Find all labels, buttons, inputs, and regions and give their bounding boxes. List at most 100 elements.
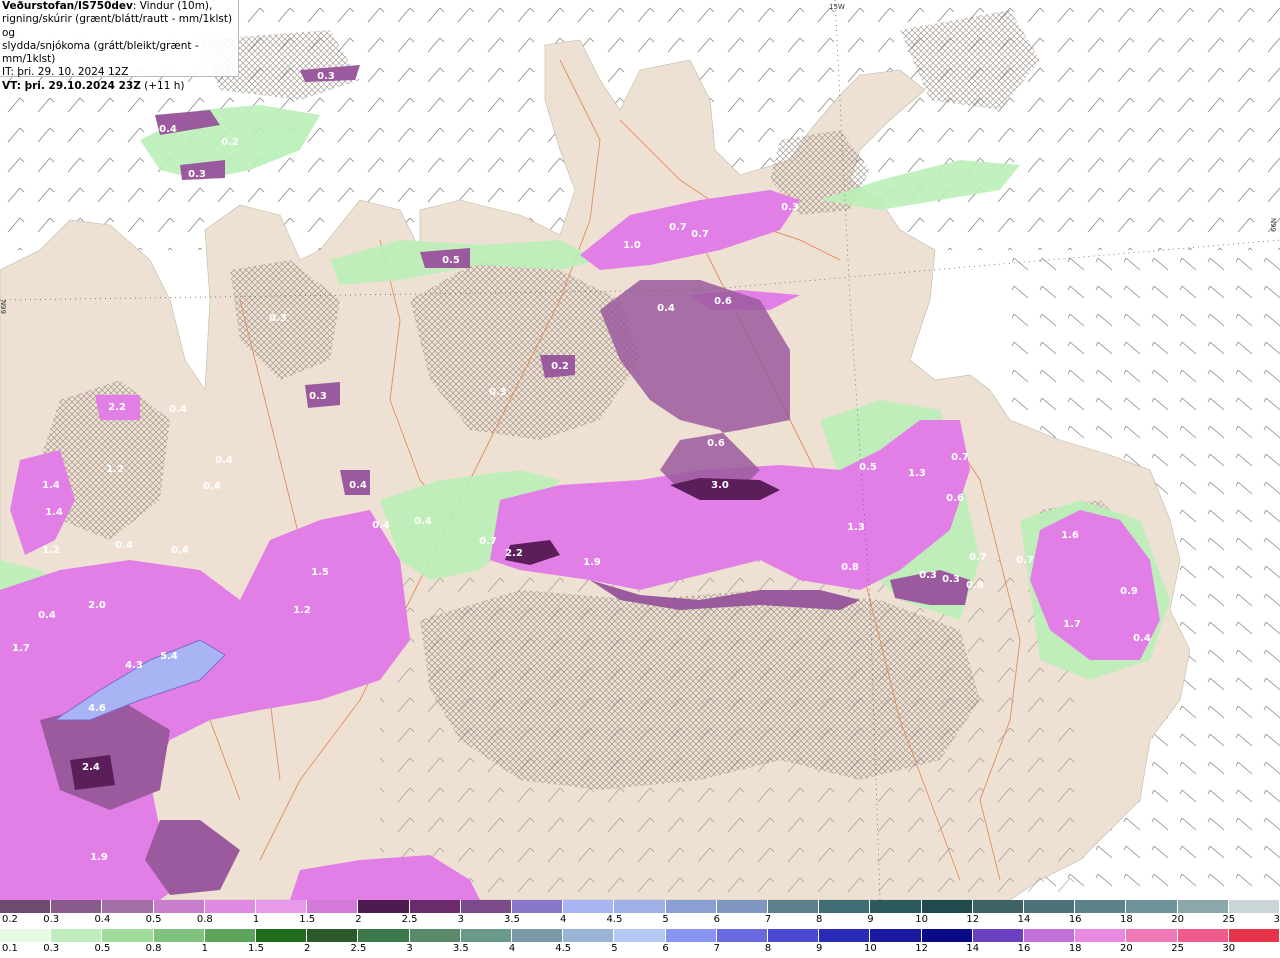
map-value-label: 1.5	[311, 567, 329, 578]
legend-rain-tick-label: 3.5	[452, 943, 469, 954]
legend-rain-swatch	[921, 929, 973, 942]
legend-rain-tick-label: 18	[1068, 943, 1082, 954]
legend-snow-tick-label: 18	[1120, 914, 1133, 925]
legend-snow-tick-label: 16	[1068, 914, 1082, 925]
legend-snow-tick-label: 5	[662, 914, 669, 925]
legend-snow-swatches	[0, 900, 1280, 913]
map-value-label: 1.2	[293, 605, 311, 616]
map-value-label: 4.3	[125, 660, 143, 671]
legend-rain-tick-label: 6	[662, 943, 669, 954]
legend-snow-swatch	[1126, 900, 1178, 913]
legend-rain-swatch	[614, 929, 666, 942]
legend-snow-tick-label: 1	[252, 914, 260, 925]
legend-snow-tick-label: 0.2	[2, 914, 18, 925]
legend-snow-tick-label: 6	[713, 914, 720, 925]
map-value-label: 0.6	[714, 296, 732, 307]
title-line3: slydda/snjókoma (grátt/bleikt/grænt - mm…	[2, 39, 199, 66]
legend-snow-swatch	[460, 900, 513, 913]
legend-rain-swatch	[204, 929, 257, 942]
weather-map[interactable]: 0.3 0.4 0.2 0.3 0.5 1.0 0.7 0.7 0.3 0.6 0.4 0.2 0.3 0…	[0, 0, 1280, 900]
legend-rain-tick-label: 3	[406, 943, 413, 954]
legend-snow-swatch	[102, 900, 154, 913]
legend-rain-swatch	[153, 929, 205, 942]
legend-rain-tick-label: 1	[201, 943, 208, 954]
map-value-label: 0.2	[221, 137, 239, 148]
map-value-label: 0.7	[479, 536, 497, 547]
map-value-label: 0.5	[859, 462, 877, 473]
map-value-label: 2.2	[505, 548, 523, 559]
legend-snow-swatch	[768, 900, 820, 913]
map-value-label: 0.3	[942, 574, 960, 585]
title-line1: : Vindur (10m),	[132, 0, 213, 12]
legend-snow-tick-label: 4	[560, 914, 567, 925]
map-value-label: 0.9	[1120, 586, 1138, 597]
legend-snow-tick-label: 2.5	[401, 914, 418, 925]
legend-rain-tick-label: 2.5	[350, 943, 367, 954]
legend-snow-swatch	[51, 900, 103, 913]
map-value-label: 0.7	[1016, 555, 1034, 566]
legend-rain-swatch	[51, 929, 103, 942]
legend-rain-tick-label: 0.8	[145, 943, 162, 954]
map-value-label: 1.7	[12, 643, 30, 654]
legend-rain-tick-label: 4	[508, 943, 516, 954]
legend-snow-swatch	[716, 900, 769, 913]
map-value-label: 0.3	[309, 391, 327, 402]
map-value-label: 0.7	[969, 552, 987, 563]
legend-snow-tick-label: 3	[457, 914, 464, 925]
legend-snow-swatch	[153, 900, 205, 913]
map-value-label: 0.6	[707, 438, 725, 449]
legend-snow-tick-label: 3.5	[504, 914, 520, 925]
legend-rain-tick-label: 1.5	[248, 943, 264, 954]
map-value-label: 0.4	[159, 124, 177, 135]
legend-rain-swatch	[972, 929, 1025, 942]
map-value-label: 0.7	[951, 452, 969, 463]
legend-snow-tick-label: 7	[764, 914, 772, 925]
map-value-label: 0.4	[1133, 633, 1151, 644]
legend-snow-ticks: 0.2 0.3 0.4 0.5 0.8 1 1.5 2 2.5 3 3.5 4 4.5 5 6 7 8 9 10 12…	[0, 914, 1280, 928]
legend-snow-swatch	[870, 900, 922, 913]
map-value-label: 0.3	[919, 570, 937, 581]
legend-rain-tick-label: 10	[864, 943, 877, 954]
legend-rain-swatch	[256, 929, 308, 942]
legend-snow-tick-label: 1.5	[299, 914, 316, 925]
map-value-label: 5.4	[160, 651, 178, 662]
map-value-label: 0.4	[203, 481, 221, 492]
legend-snow-swatch	[0, 900, 52, 913]
legend-rain-swatch	[512, 929, 564, 942]
legend-snow-tick-label: 0.4	[94, 914, 111, 925]
legend-rain-tick-label: 7	[713, 943, 720, 954]
legend-rain: 0.1 0.3 0.5 0.8 1 1.5 2 2.5 3 3.5 4 4.5 5 6 7 8 9 10 12 14 1…	[0, 929, 1280, 958]
legend-rain-swatch	[819, 929, 871, 942]
legend-rain-swatch	[1024, 929, 1076, 942]
map-value-label: 1.7	[1063, 619, 1081, 630]
map-value-label: 0.7	[691, 229, 709, 240]
map-value-label: 1.3	[847, 522, 865, 533]
map-value-label: 2.2	[108, 402, 126, 413]
legend-snow-tick-label: 8	[816, 914, 823, 925]
legend-rain-ticks: 0.1 0.3 0.5 0.8 1 1.5 2 2.5 3 3.5 4 4.5 5 6 7 8 9 10 12 14 1…	[0, 943, 1280, 957]
legend-snow-swatch	[409, 900, 461, 913]
map-value-label: 0.4	[372, 520, 390, 531]
lon-label-top: 15W	[829, 3, 845, 11]
map-value-label: 0.3	[781, 202, 799, 213]
legend-rain-swatch	[1126, 929, 1178, 942]
legend-rain-tick-label: 30	[1222, 943, 1236, 954]
legend-snow-tick-label: 0.8	[196, 914, 213, 925]
map-value-label: 1.3	[908, 468, 926, 479]
legend-snow-tick-label: 14	[1017, 914, 1031, 925]
map-value-label: 0.4	[414, 516, 432, 527]
map-value-label: 1.4	[42, 480, 60, 491]
map-value-label: 4.6	[88, 703, 106, 714]
map-value-label: 0.3	[317, 71, 335, 82]
legend-rain-tick-label: 0.5	[94, 943, 111, 954]
legend-snow-swatch	[1177, 900, 1229, 913]
legend-snow-tick-label: 9	[867, 914, 874, 925]
legend-snow-swatch	[921, 900, 973, 913]
legend-snow-tick-label: 20	[1171, 914, 1184, 925]
legend-rain-swatch	[768, 929, 820, 942]
map-value-label: 0.8	[966, 580, 984, 591]
map-value-label: 1.2	[106, 464, 124, 475]
map-value-label: 2.4	[82, 762, 100, 773]
map-value-label: 1.2	[42, 545, 60, 556]
title-box: Veðurstofan/IS750dev: Vindur (10m), rign…	[0, 0, 239, 92]
